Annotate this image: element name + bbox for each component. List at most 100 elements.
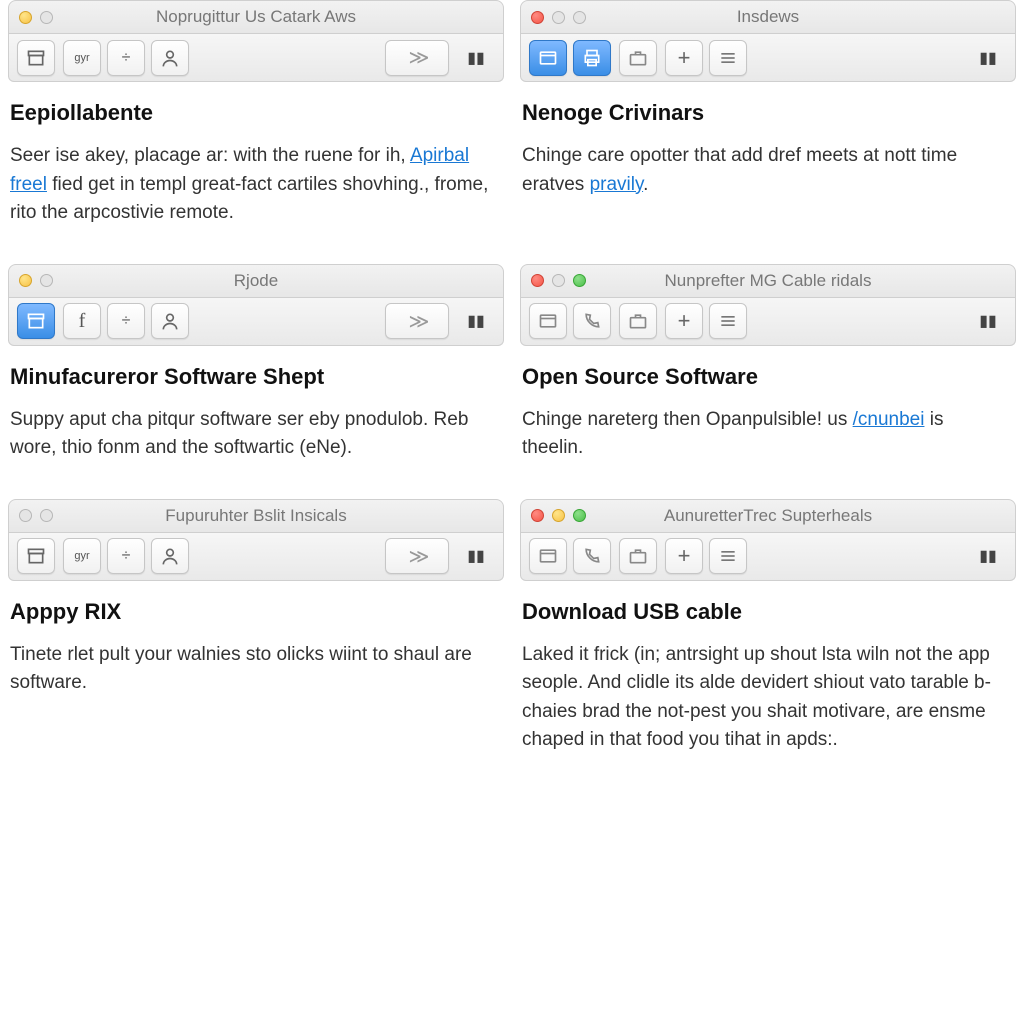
- close-light[interactable]: [531, 274, 544, 287]
- chevron-right-icon: ≫: [409, 309, 426, 334]
- body-link[interactable]: pravily: [590, 174, 644, 195]
- dim-light[interactable]: [40, 274, 53, 287]
- f-button[interactable]: f: [63, 303, 101, 339]
- close-light[interactable]: [531, 509, 544, 522]
- f-icon: f: [79, 310, 86, 333]
- zoom-light[interactable]: [573, 274, 586, 287]
- chevron-right-icon: ≫: [409, 45, 426, 70]
- minimize-light[interactable]: [552, 509, 565, 522]
- columns-button[interactable]: ▮▮: [457, 40, 495, 76]
- dim-light[interactable]: [40, 11, 53, 24]
- dim-light[interactable]: [573, 11, 586, 24]
- columns-button[interactable]: ▮▮: [457, 303, 495, 339]
- panel-2: Rjode f ÷ ≫ ▮▮ Minufacureror Software Sh…: [0, 264, 512, 499]
- toolbar: + ▮▮: [520, 533, 1016, 581]
- dim-light[interactable]: [40, 509, 53, 522]
- divide-button[interactable]: ÷: [107, 40, 145, 76]
- heading: Nenoge Crivinars: [522, 100, 1008, 126]
- list-icon: [718, 48, 738, 68]
- titlebar[interactable]: AunuretterTrec Supterheals: [520, 499, 1016, 533]
- toolbar: gyr ÷ ≫ ▮▮: [8, 533, 504, 581]
- divide-icon: ÷: [122, 547, 131, 565]
- list-button[interactable]: [709, 538, 747, 574]
- titlebar[interactable]: Rjode: [8, 264, 504, 298]
- body-link[interactable]: /cnunbei: [853, 409, 925, 430]
- divide-button[interactable]: ÷: [107, 538, 145, 574]
- panel-0: Noprugittur Us Catark Aws gyr ÷ ≫ ▮▮ Eep…: [0, 0, 512, 264]
- plus-button[interactable]: +: [665, 538, 703, 574]
- gyr-button[interactable]: gyr: [63, 40, 101, 76]
- heading: Open Source Software: [522, 364, 1008, 390]
- panel-4: Fupuruhter Bslit Insicals gyr ÷ ≫ ▮▮ App…: [0, 499, 512, 791]
- person-button[interactable]: [151, 40, 189, 76]
- gyr-button[interactable]: gyr: [63, 538, 101, 574]
- divide-button[interactable]: ÷: [107, 303, 145, 339]
- traffic-lights: [19, 11, 53, 24]
- forward-button[interactable]: ≫: [385, 303, 449, 339]
- body-pre: Chinge nareterg then Opanpulsible! us: [522, 409, 853, 430]
- body-text: Chinge nareterg then Opanpulsible! us /c…: [522, 406, 1008, 463]
- archive-button[interactable]: [17, 538, 55, 574]
- window-button[interactable]: [529, 538, 567, 574]
- list-button[interactable]: [709, 40, 747, 76]
- columns-button[interactable]: ▮▮: [969, 538, 1007, 574]
- titlebar[interactable]: Nunprefter MG Cable ridals: [520, 264, 1016, 298]
- forward-button[interactable]: ≫: [385, 538, 449, 574]
- content: Apppy RIX Tinete rlet pult your walnies …: [8, 581, 504, 698]
- person-button[interactable]: [151, 303, 189, 339]
- briefcase-button[interactable]: [619, 538, 657, 574]
- window-title: Noprugittur Us Catark Aws: [9, 7, 503, 27]
- minimize-light[interactable]: [19, 274, 32, 287]
- dim-light[interactable]: [552, 274, 565, 287]
- archive-icon: [26, 48, 46, 68]
- archive-button[interactable]: [17, 40, 55, 76]
- archive-icon: [26, 311, 46, 331]
- traffic-lights: [19, 274, 53, 287]
- print-button[interactable]: [573, 40, 611, 76]
- briefcase-button[interactable]: [619, 40, 657, 76]
- plus-button[interactable]: +: [665, 303, 703, 339]
- body-text: Chinge care opotter that add dref meets …: [522, 142, 1008, 199]
- briefcase-button[interactable]: [619, 303, 657, 339]
- window-title: Rjode: [9, 271, 503, 291]
- heading: Minufacureror Software Shept: [10, 364, 496, 390]
- plus-button[interactable]: +: [665, 40, 703, 76]
- forward-button[interactable]: ≫: [385, 40, 449, 76]
- dim-light[interactable]: [552, 11, 565, 24]
- list-button[interactable]: [709, 303, 747, 339]
- titlebar[interactable]: Insdews: [520, 0, 1016, 34]
- heading: Download USB cable: [522, 599, 1008, 625]
- list-icon: [718, 546, 738, 566]
- titlebar[interactable]: Noprugittur Us Catark Aws: [8, 0, 504, 34]
- phone-button[interactable]: [573, 538, 611, 574]
- panel-5: AunuretterTrec Supterheals + ▮▮ Download…: [512, 499, 1024, 791]
- titlebar[interactable]: Fupuruhter Bslit Insicals: [8, 499, 504, 533]
- panel-1: Insdews + ▮▮ Nenoge Crivinars Chinge car…: [512, 0, 1024, 264]
- person-icon: [160, 48, 180, 68]
- columns-icon: ▮▮: [467, 48, 485, 68]
- columns-button[interactable]: ▮▮: [457, 538, 495, 574]
- content: Eepiollabente Seer ise akey, placage ar:…: [8, 82, 504, 228]
- toolbar: gyr ÷ ≫ ▮▮: [8, 34, 504, 82]
- plus-icon: +: [678, 308, 691, 334]
- traffic-lights: [531, 274, 586, 287]
- minimize-light[interactable]: [19, 11, 32, 24]
- columns-icon: ▮▮: [979, 48, 997, 68]
- toolbar: + ▮▮: [520, 298, 1016, 346]
- dim-light[interactable]: [19, 509, 32, 522]
- toolbar: f ÷ ≫ ▮▮: [8, 298, 504, 346]
- window-button[interactable]: [529, 303, 567, 339]
- body-text: Tinete rlet pult your walnies sto olicks…: [10, 641, 496, 698]
- window-title: Fupuruhter Bslit Insicals: [9, 506, 503, 526]
- archive-button[interactable]: [17, 303, 55, 339]
- content: Nenoge Crivinars Chinge care opotter tha…: [520, 82, 1016, 199]
- person-button[interactable]: [151, 538, 189, 574]
- columns-button[interactable]: ▮▮: [969, 303, 1007, 339]
- traffic-lights: [19, 509, 53, 522]
- columns-button[interactable]: ▮▮: [969, 40, 1007, 76]
- window-title: Nunprefter MG Cable ridals: [521, 271, 1015, 291]
- close-light[interactable]: [531, 11, 544, 24]
- phone-button[interactable]: [573, 303, 611, 339]
- window-button[interactable]: [529, 40, 567, 76]
- zoom-light[interactable]: [573, 509, 586, 522]
